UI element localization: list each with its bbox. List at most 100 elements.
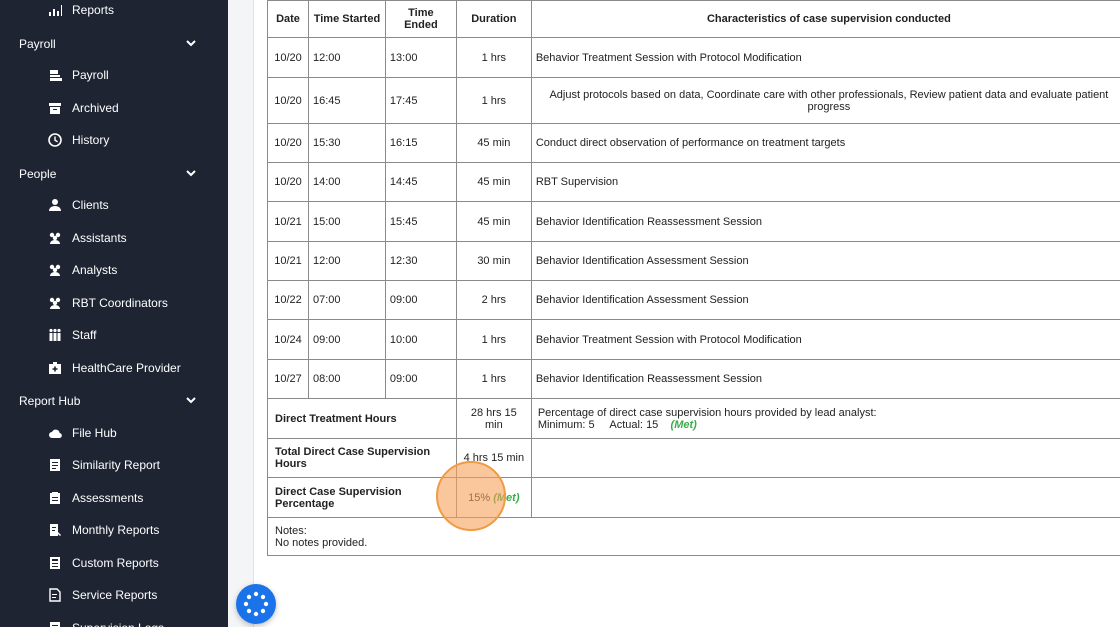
table-row: 10/20 14:00 14:45 45 min RBT Supervision — [267, 162, 1120, 202]
chevron-down-icon[interactable] — [186, 394, 196, 408]
direct-treatment-value: 28 hrs 15 min — [455, 398, 532, 439]
sidebar-item-rbt-coordinators[interactable]: RBT Coordinators — [0, 288, 228, 318]
row-time-ended: 15:45 — [384, 201, 457, 242]
row-characteristics: Behavior Treatment Session with Protocol… — [530, 319, 1120, 360]
row-characteristics: Behavior Identification Reassessment Ses… — [530, 359, 1120, 399]
sidebar-item-label: HealthCare Provider — [72, 360, 181, 375]
row-characteristics: RBT Supervision — [530, 162, 1120, 202]
sidebar-section-label: People — [19, 166, 57, 181]
sidebar-item-label: Supervision Logs — [72, 621, 164, 627]
actual-value: 15 — [646, 418, 659, 431]
sidebar-section-people[interactable]: People — [0, 159, 228, 189]
sidebar-item-analysts[interactable]: Analysts — [0, 255, 228, 285]
header-time-started: Time Started — [307, 0, 386, 38]
row-time-ended: 13:00 — [384, 37, 457, 78]
users-icon — [47, 295, 63, 311]
document-icon — [47, 457, 63, 473]
row-time-ended: 09:00 — [384, 359, 457, 399]
service-report-icon — [47, 587, 63, 603]
row-characteristics: Behavior Identification Assessment Sessi… — [530, 280, 1120, 320]
accessibility-fab-button[interactable] — [236, 584, 276, 624]
history-icon — [47, 132, 63, 148]
sidebar-item-archived[interactable]: Archived — [0, 93, 228, 123]
header-characteristics: Characteristics of case supervision cond… — [530, 0, 1120, 38]
summary-total-row: Total Direct Case Supervision Hours 4 hr… — [267, 438, 1120, 478]
sidebar-item-label: Analysts — [72, 263, 118, 277]
row-date: 10/20 — [267, 162, 309, 202]
chevron-down-icon[interactable] — [186, 37, 196, 51]
sidebar-item-file-hub[interactable]: File Hub — [0, 418, 228, 448]
chevron-down-icon[interactable] — [186, 167, 196, 181]
row-date: 10/21 — [267, 241, 309, 281]
actual-label: Actual: — [609, 418, 643, 431]
notes-label: Notes: — [275, 524, 307, 537]
supervision-met-status: (Met) — [493, 491, 520, 504]
row-time-started: 16:45 — [307, 77, 386, 124]
sidebar-item-label: Clients — [72, 198, 109, 212]
lead-pct-label: Percentage of direct case supervision ho… — [537, 406, 877, 419]
users-icon — [47, 230, 63, 246]
row-duration: 2 hrs — [455, 280, 532, 320]
sidebar-item-service-reports[interactable]: Service Reports — [0, 580, 228, 610]
row-date: 10/20 — [267, 37, 309, 78]
row-characteristics: Adjust protocols based on data, Coordina… — [530, 77, 1120, 124]
sidebar-item-label: Reports — [72, 3, 115, 17]
row-time-ended: 14:45 — [384, 162, 457, 202]
supervision-pct-label: Direct Case Supervision Percentage — [267, 477, 457, 518]
medical-kit-icon — [47, 360, 63, 376]
sidebar-item-supervision-logs[interactable]: Supervision Logs — [0, 613, 228, 627]
table-row: 10/22 07:00 09:00 2 hrs Behavior Identificat… — [267, 280, 1120, 320]
table-header-row: Date Time Started Time Ended Duration Ch… — [267, 0, 1120, 38]
sidebar-item-label: RBT Coordinators — [72, 295, 168, 310]
notes-cell: Notes: No notes provided. — [267, 517, 1120, 556]
sidebar-item-staff[interactable]: Staff — [0, 320, 228, 350]
row-time-started: 08:00 — [307, 359, 386, 399]
cloud-icon — [47, 425, 63, 441]
table-row: 10/20 12:00 13:00 1 hrs Behavior Treatment S… — [267, 37, 1120, 78]
sidebar-item-label: Custom Reports — [72, 555, 159, 570]
table-row: 10/27 08:00 09:00 1 hrs Behavior Identificat… — [267, 359, 1120, 399]
sidebar-item-label: Payroll — [72, 68, 109, 82]
sidebar-item-healthcare-provider[interactable]: HealthCare Provider — [0, 353, 228, 383]
sidebar-item-label: Staff — [72, 328, 97, 342]
row-duration: 1 hrs — [455, 37, 532, 78]
sidebar-item-reports[interactable]: Reports — [0, 0, 228, 25]
row-duration: 45 min — [455, 162, 532, 202]
minimum-value: 5 — [588, 418, 595, 431]
row-time-started: 15:30 — [307, 123, 386, 163]
sidebar-item-label: History — [72, 133, 110, 147]
row-time-started: 09:00 — [307, 319, 386, 360]
sidebar-item-assistants[interactable]: Assistants — [0, 223, 228, 253]
user-icon — [47, 197, 63, 213]
sidebar-section-payroll[interactable]: Payroll — [0, 29, 228, 59]
direct-treatment-label: Direct Treatment Hours — [267, 398, 457, 439]
lead-analyst-percentage: Percentage of direct case supervision ho… — [530, 398, 1120, 439]
supervision-pct-value: 15% — [468, 491, 491, 504]
log-icon — [47, 620, 63, 627]
supervision-table: Date Time Started Time Ended Duration Ch… — [267, 0, 1120, 556]
sidebar-item-similarity-report[interactable]: Similarity Report — [0, 450, 228, 480]
sidebar-item-payroll[interactable]: Payroll — [0, 60, 228, 90]
table-row: 10/21 15:00 15:45 45 min Behavior Identifica… — [267, 201, 1120, 242]
sidebar-item-custom-reports[interactable]: Custom Reports — [0, 548, 228, 578]
sidebar-item-history[interactable]: History — [0, 125, 228, 155]
supervision-pct-cell: 15% (Met) — [455, 477, 532, 518]
row-characteristics: Behavior Identification Assessment Sessi… — [530, 241, 1120, 281]
summary-percentage-row: Direct Case Supervision Percentage 15% (… — [267, 477, 1120, 518]
clipboard-icon — [47, 490, 63, 506]
staff-icon — [47, 327, 63, 343]
sidebar-item-assessments[interactable]: Assessments — [0, 483, 228, 513]
sidebar-section-label: Report Hub — [19, 394, 81, 408]
row-time-ended: 10:00 — [384, 319, 457, 360]
summary-direct-treatment-row: Direct Treatment Hours 28 hrs 15 min Per… — [267, 398, 1120, 439]
sidebar-section-report-hub[interactable]: Report Hub — [0, 386, 228, 416]
sidebar-item-monthly-reports[interactable]: Monthly Reports — [0, 515, 228, 545]
row-duration: 45 min — [455, 201, 532, 242]
row-duration: 1 hrs — [455, 77, 532, 124]
table-row: 10/21 12:00 12:30 30 min Behavior Identifica… — [267, 241, 1120, 281]
sidebar-item-clients[interactable]: Clients — [0, 190, 228, 220]
row-duration: 1 hrs — [455, 359, 532, 399]
notes-row: Notes: No notes provided. — [267, 517, 1120, 556]
total-supervision-label: Total Direct Case Supervision Hours — [267, 438, 457, 478]
row-date: 10/21 — [267, 201, 309, 242]
